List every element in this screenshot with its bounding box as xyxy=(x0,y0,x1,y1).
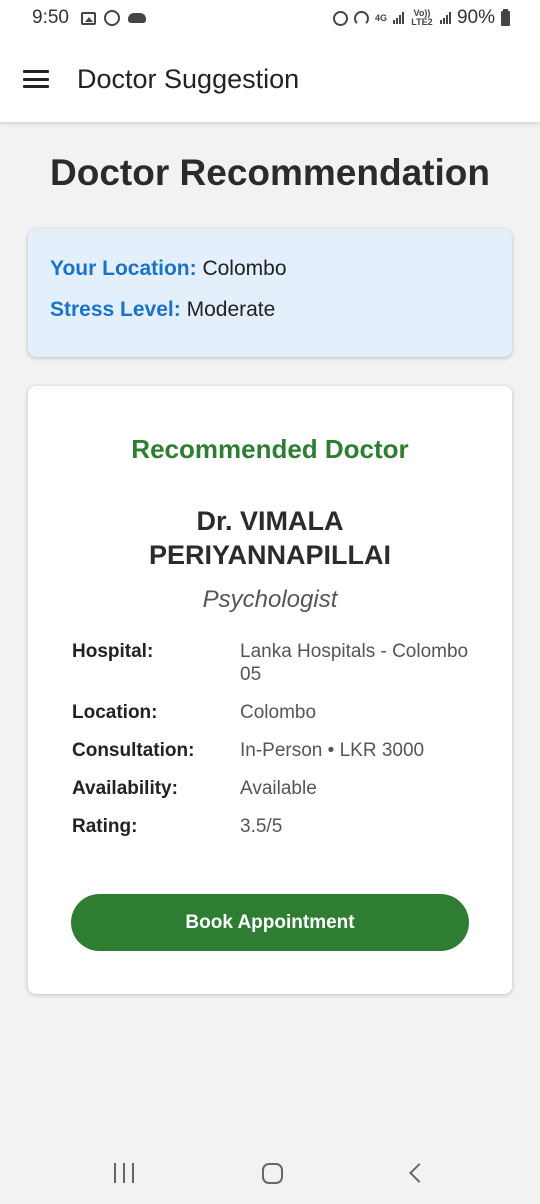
detail-value: 3.5/5 xyxy=(240,816,283,837)
location-label: Your Location: xyxy=(50,257,197,280)
home-icon[interactable] xyxy=(262,1162,284,1184)
location-line: Your Location: Colombo xyxy=(50,255,490,283)
recent-apps-icon[interactable] xyxy=(114,1163,135,1183)
battery-icon xyxy=(501,8,510,26)
system-nav-bar xyxy=(0,1142,540,1204)
hamburger-menu-icon[interactable] xyxy=(23,70,49,88)
book-appointment-button[interactable]: Book Appointment xyxy=(71,894,469,951)
status-bar: 9:50 4G Vo)) LTE2 90% xyxy=(0,0,540,36)
app-bar: Doctor Suggestion xyxy=(0,36,540,122)
detail-row-rating: Rating: 3.5/5 xyxy=(72,815,472,838)
recommended-heading: Recommended Doctor xyxy=(131,434,409,464)
detail-row-hospital: Hospital: Lanka Hospitals - Colombo 05 xyxy=(72,640,472,686)
battery-percent: 90% xyxy=(456,7,495,28)
detail-value: In-Person • LKR 3000 xyxy=(240,740,425,761)
detail-label: Location: xyxy=(72,702,158,723)
detail-row-consultation: Consultation: In-Person • LKR 3000 xyxy=(72,739,472,762)
cloud-icon xyxy=(127,13,146,23)
page-title: Doctor Recommendation xyxy=(50,152,490,193)
stress-line: Stress Level: Moderate xyxy=(50,296,490,324)
doctor-card: Recommended Doctor Dr. VIMALA PERIYANNAP… xyxy=(28,386,512,994)
volte-badge: Vo)) LTE2 xyxy=(411,8,433,27)
stress-label: Stress Level: xyxy=(50,298,181,321)
signal-icon-2 xyxy=(439,12,451,24)
whatsapp-icon xyxy=(103,10,120,26)
gallery-icon xyxy=(80,11,96,25)
detail-label: Hospital: xyxy=(72,641,154,662)
hotspot-icon xyxy=(353,10,369,26)
detail-value: Lanka Hospitals - Colombo 05 xyxy=(240,641,469,685)
detail-label: Rating: xyxy=(72,816,138,837)
detail-value: Colombo xyxy=(240,702,317,723)
user-info-card: Your Location: Colombo Stress Level: Mod… xyxy=(28,229,512,357)
network-type: 4G xyxy=(374,12,387,23)
signal-icon xyxy=(392,12,404,24)
detail-value: Available xyxy=(240,778,317,799)
location-value: Colombo xyxy=(202,257,287,280)
app-title: Doctor Suggestion xyxy=(77,63,300,94)
alarm-icon xyxy=(332,10,348,26)
stress-value: Moderate xyxy=(186,298,276,321)
detail-row-availability: Availability: Available xyxy=(72,777,472,800)
detail-row-location: Location: Colombo xyxy=(72,701,472,724)
doctor-specialty: Psychologist xyxy=(202,586,338,613)
back-icon[interactable] xyxy=(408,1163,429,1183)
detail-label: Availability: xyxy=(72,778,178,799)
doctor-details: Hospital: Lanka Hospitals - Colombo 05 L… xyxy=(72,640,472,853)
status-time: 9:50 xyxy=(32,7,69,28)
doctor-name: Dr. VIMALA PERIYANNAPILLAI xyxy=(148,506,392,570)
detail-label: Consultation: xyxy=(72,740,195,761)
